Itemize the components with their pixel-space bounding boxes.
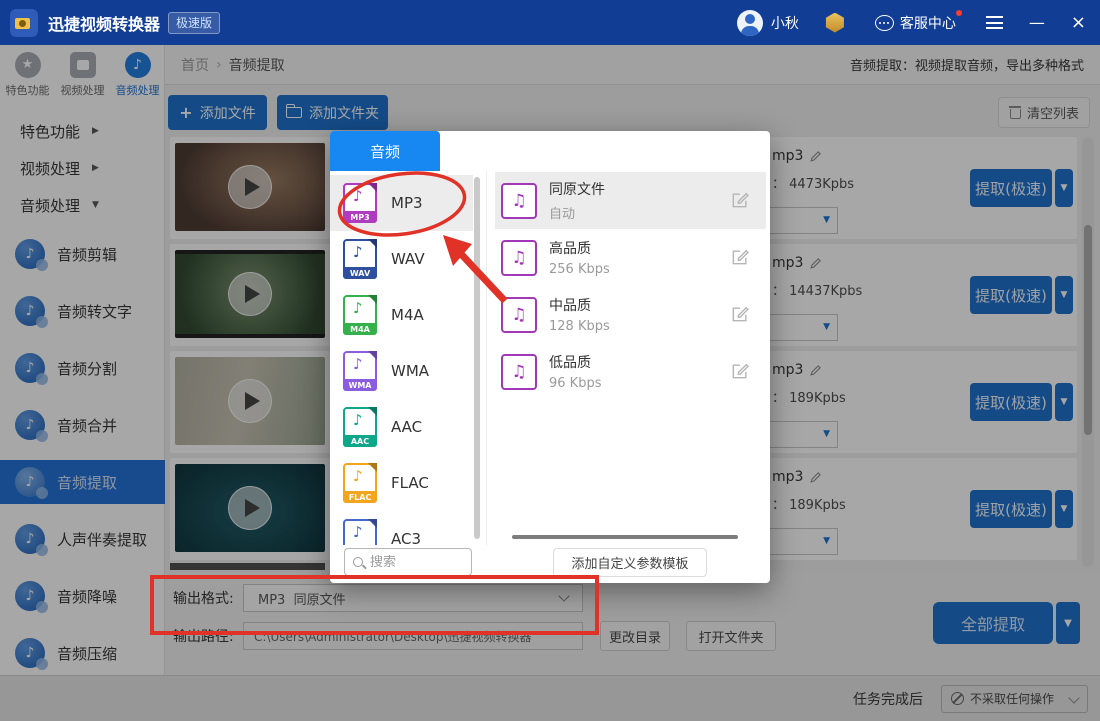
vip-badge-icon[interactable] <box>825 13 845 33</box>
format-option-flac[interactable]: ♪ FLAC FLAC <box>330 455 473 511</box>
wma-file-icon: ♪ WMA <box>343 351 377 391</box>
music-notes-icon: ♫ <box>501 354 537 390</box>
aac-file-icon: ♪ AAC <box>343 407 377 447</box>
format-option-aac[interactable]: ♪ AAC AAC <box>330 399 473 455</box>
preset-high-quality[interactable]: ♫ 高品质 256 Kbps <box>495 229 766 286</box>
edit-icon[interactable] <box>730 304 750 324</box>
minimize-button[interactable]: — <box>1029 15 1045 31</box>
m4a-file-icon: ♪ M4A <box>343 295 377 335</box>
notification-dot <box>956 10 962 16</box>
app-title: 迅捷视频转换器 <box>48 11 160 35</box>
titlebar-right: 小秋 客服中心 — × <box>737 10 1086 36</box>
ac3-file-icon: ♪ AC3 <box>343 519 377 545</box>
quality-preset-panel: ♫ 同原文件 自动 ♫ 高品质 256 Kbps ♫ 中品质 12 <box>486 171 770 545</box>
format-list-scrollbar[interactable] <box>474 177 480 539</box>
username[interactable]: 小秋 <box>771 13 799 33</box>
music-notes-icon: ♫ <box>501 183 537 219</box>
user-avatar[interactable] <box>737 10 763 36</box>
flac-file-icon: ♪ FLAC <box>343 463 377 503</box>
tab-audio[interactable]: 音频 <box>330 131 440 171</box>
wav-file-icon: ♪ WAV <box>343 239 377 279</box>
format-option-wav[interactable]: ♪ WAV WAV <box>330 231 473 287</box>
format-option-wma[interactable]: ♪ WMA WMA <box>330 343 473 399</box>
support-center-button[interactable]: 客服中心 <box>875 13 956 33</box>
menu-icon[interactable] <box>986 16 1003 29</box>
support-center-label: 客服中心 <box>900 13 956 33</box>
edit-icon[interactable] <box>730 247 750 267</box>
preset-low-quality[interactable]: ♫ 低品质 96 Kbps <box>495 343 766 400</box>
add-custom-template-button[interactable]: 添加自定义参数模板 <box>553 548 707 577</box>
preset-medium-quality[interactable]: ♫ 中品质 128 Kbps <box>495 286 766 343</box>
edit-icon[interactable] <box>730 361 750 381</box>
chat-bubble-icon <box>875 15 894 31</box>
music-notes-icon: ♫ <box>501 240 537 276</box>
preset-horizontal-scrollbar[interactable] <box>512 535 738 539</box>
format-picker-popup: 音频 ♪ MP3 MP3 ♪ WAV WAV ♪ <box>330 131 770 583</box>
format-option-m4a[interactable]: ♪ M4A M4A <box>330 287 473 343</box>
titlebar: 迅捷视频转换器 极速版 小秋 客服中心 — × <box>0 0 1100 45</box>
edit-icon[interactable] <box>730 190 750 210</box>
music-notes-icon: ♫ <box>501 297 537 333</box>
search-input[interactable] <box>370 555 456 570</box>
edition-badge: 极速版 <box>168 12 220 34</box>
mp3-file-icon: ♪ MP3 <box>343 183 377 223</box>
preset-same-as-source[interactable]: ♫ 同原文件 自动 <box>495 172 766 229</box>
format-option-mp3[interactable]: ♪ MP3 MP3 <box>330 175 473 231</box>
format-search-box <box>344 548 472 576</box>
app-window: 迅捷视频转换器 极速版 小秋 客服中心 — × 首页 › 音频提取 音频提取：视… <box>0 0 1100 721</box>
search-icon <box>353 557 363 567</box>
close-button[interactable]: × <box>1071 14 1086 32</box>
format-list: ♪ MP3 MP3 ♪ WAV WAV ♪ M4A <box>330 171 486 545</box>
app-logo-icon <box>10 9 38 37</box>
format-option-ac3[interactable]: ♪ AC3 AC3 <box>330 511 473 545</box>
